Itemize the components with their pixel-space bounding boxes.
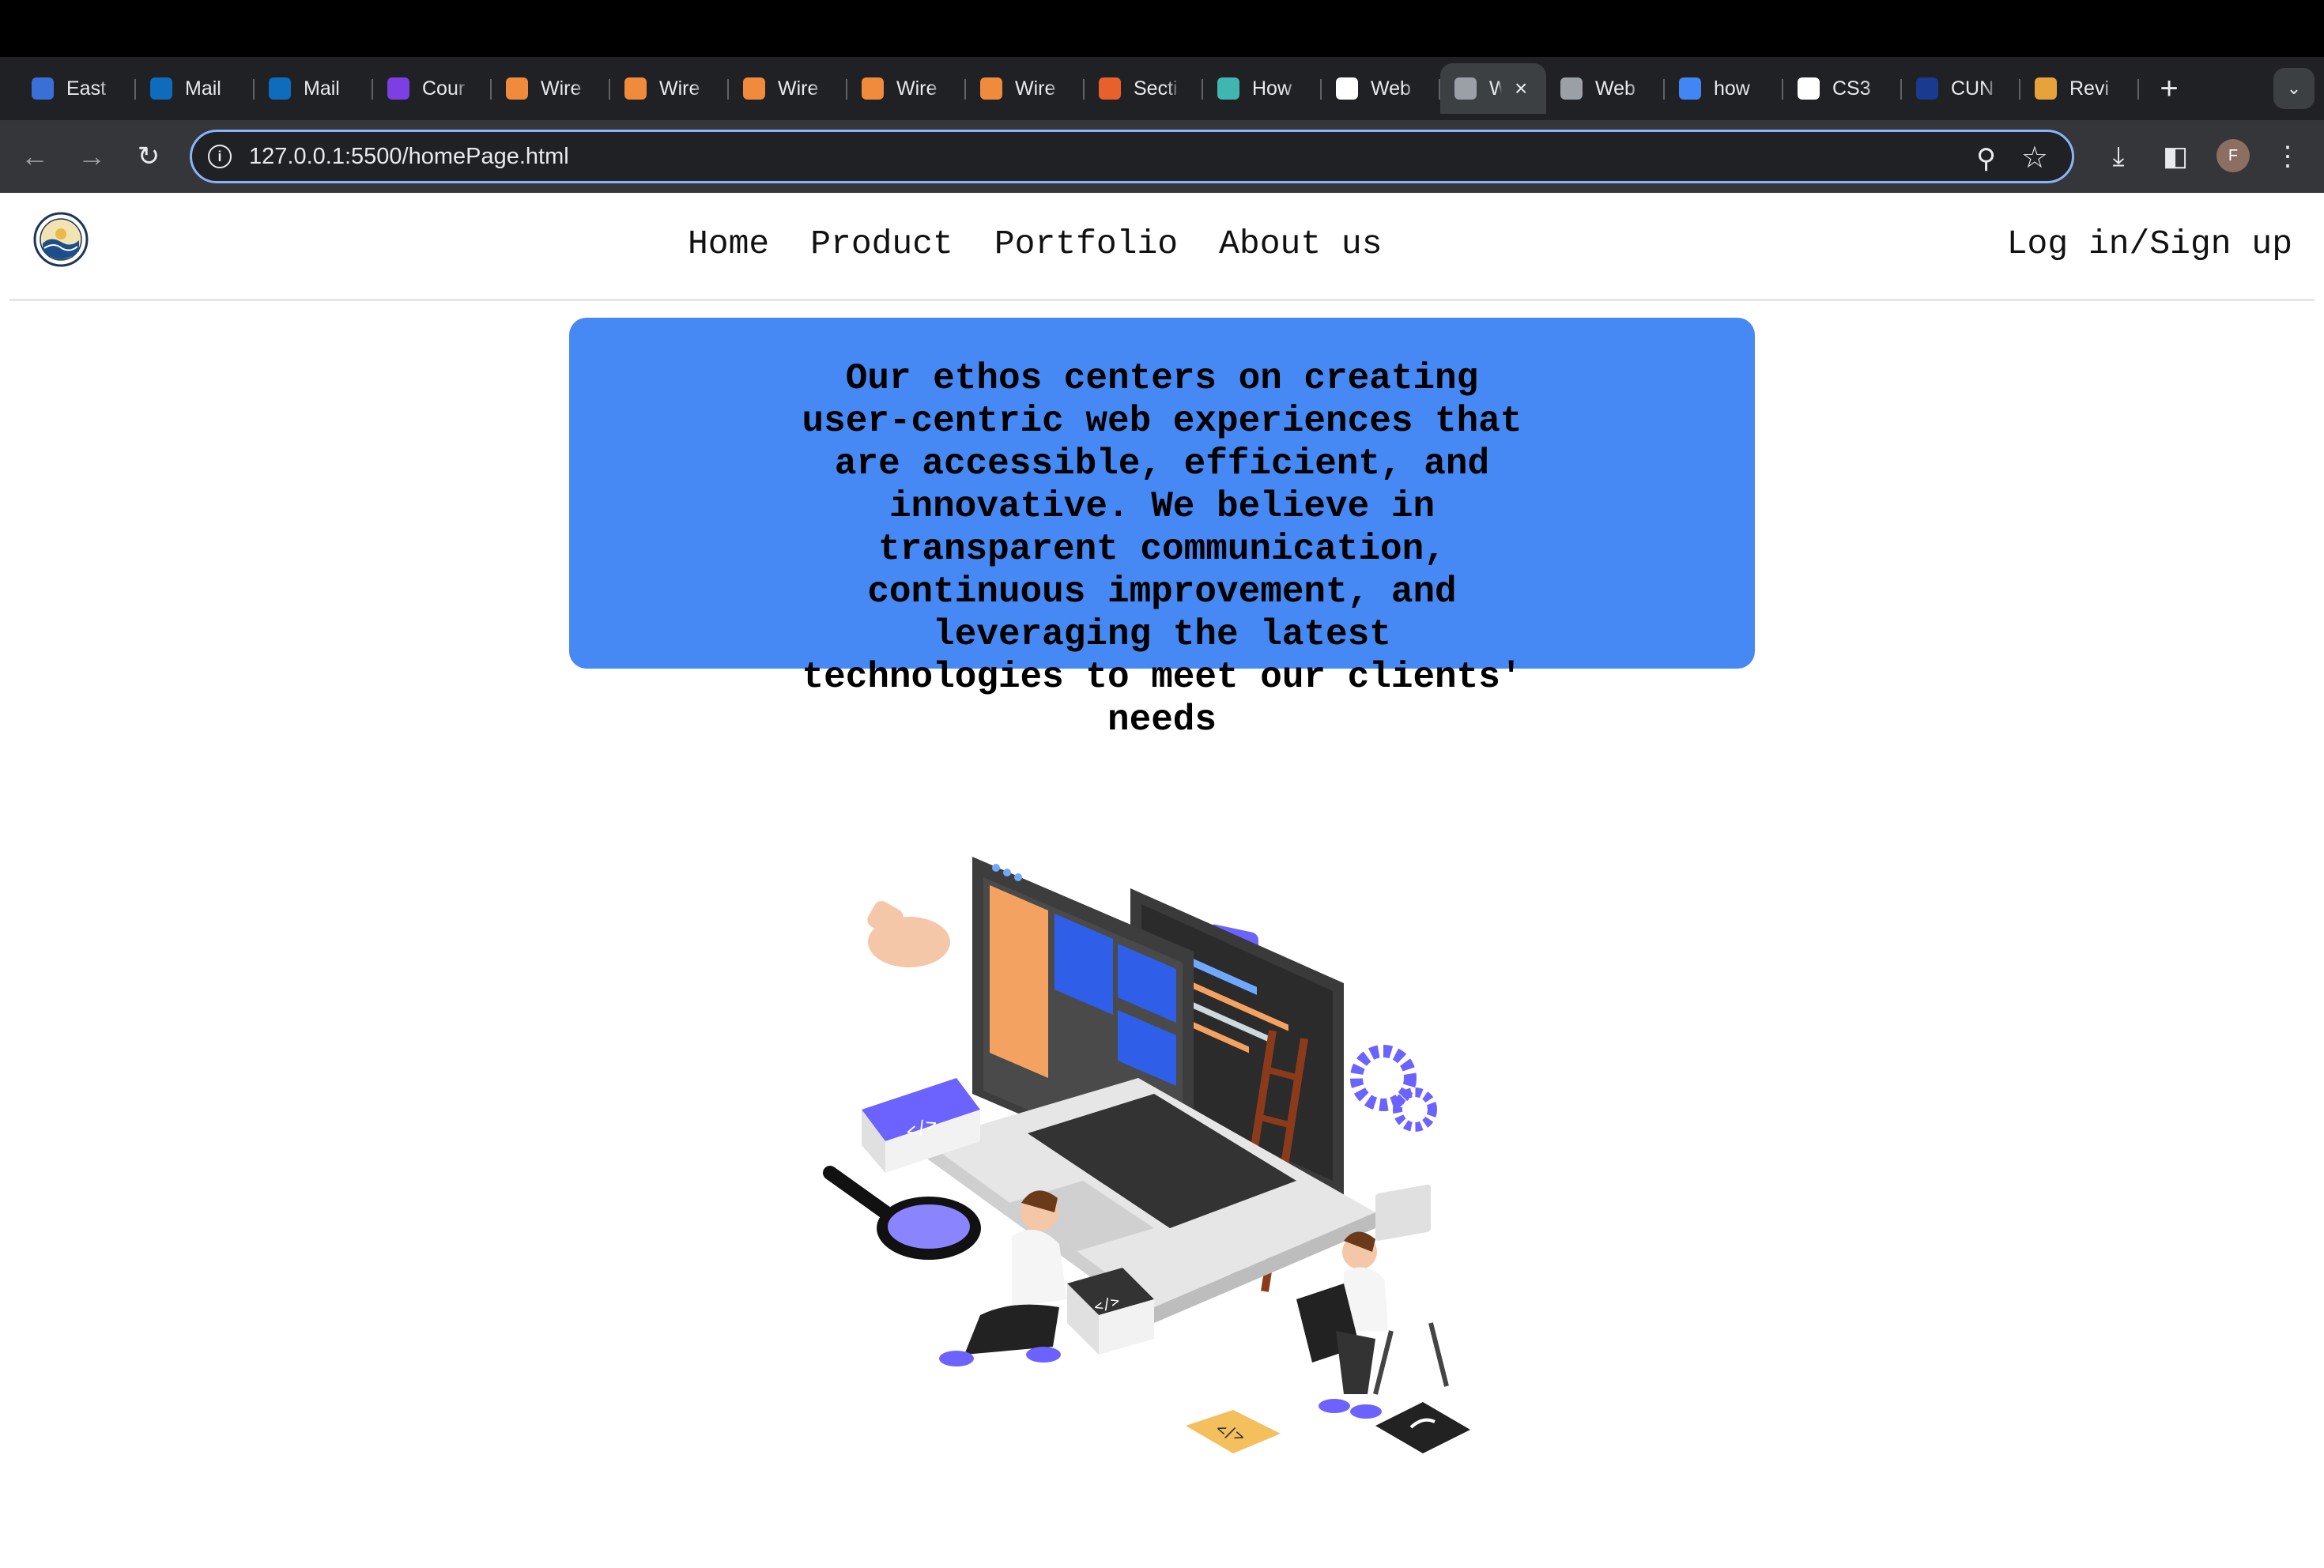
nav-about-link[interactable]: About us [1219, 224, 1382, 263]
browser-tab[interactable]: How [1203, 63, 1322, 114]
tab-label: Wire [541, 77, 582, 100]
site-logo[interactable] [33, 212, 89, 267]
browser-tab[interactable]: Wire [966, 63, 1085, 114]
browser-tab[interactable]: Web [1322, 63, 1440, 114]
more-menu-icon[interactable]: ⋮ [2270, 139, 2305, 174]
browser-tab[interactable]: W × [1440, 63, 1546, 114]
site-header: Home Product Portfolio About us Log in/S… [0, 193, 2324, 301]
browser-tab[interactable]: how [1665, 63, 1783, 114]
os-top-bar [0, 0, 2324, 57]
browser-tab[interactable]: Wire [492, 63, 610, 114]
new-tab-button[interactable]: + [2147, 66, 2191, 111]
browser-tab[interactable]: Cour [373, 63, 492, 114]
outlook-icon [150, 77, 172, 100]
browser-tab[interactable]: Revi [2020, 63, 2139, 114]
address-bar[interactable]: i 127.0.0.1:5500/homePage.html ⚲ ☆ [190, 130, 2074, 183]
login-signup-link[interactable]: Log in/Sign up [2007, 224, 2292, 263]
browser-tab[interactable]: CS3 [1783, 63, 1902, 114]
tab-label: Web [1371, 77, 1411, 100]
ethos-card: Our ethos centers on creating user-centr… [569, 318, 1755, 741]
tab-search-button[interactable]: ⌄ [2273, 68, 2315, 109]
course-icon [387, 77, 409, 100]
reload-button[interactable]: ↻ [133, 141, 164, 172]
web-development-illustration: </> </> </> [823, 857, 1470, 1453]
wireframe-icon [980, 77, 1002, 100]
tab-label: W [1489, 77, 1502, 100]
browser-tab[interactable]: Wire [847, 63, 966, 114]
nav-product-link[interactable]: Product [810, 224, 953, 263]
tab-strip: East Mail Mail Cour Wire Wire Wire Wire Wire Sect… [0, 57, 2324, 120]
tab-label: CUN [1951, 77, 1994, 100]
browser-tab[interactable]: Mail [136, 63, 255, 114]
main-menu: Home Product Portfolio About us [688, 224, 1383, 263]
tab-label: CS3 [1832, 77, 1871, 100]
web-page: Home Product Portfolio About us Log in/S… [0, 193, 2324, 1511]
tab-label: Secti [1134, 77, 1178, 100]
outlook-icon [269, 77, 291, 100]
tab-list: East Mail Mail Cour Wire Wire Wire Wire Wire Sect… [17, 63, 2191, 114]
profile-avatar[interactable]: F [2216, 139, 2250, 172]
wireframe-icon [624, 77, 647, 100]
browser-tab[interactable]: Secti [1085, 63, 1203, 114]
zybooks-icon [1099, 77, 1121, 100]
tab-label: Mail [304, 77, 340, 100]
squarespace-icon [1336, 77, 1358, 100]
wireframe-icon [862, 77, 884, 100]
chart-icon [2035, 77, 2057, 100]
chevron-down-icon: ⌄ [2286, 78, 2302, 98]
tab-label: Web [1595, 77, 1635, 100]
lock-icon [32, 77, 54, 100]
wireframe-icon [743, 77, 765, 100]
browser-tab[interactable]: East [17, 63, 136, 114]
side-panel-icon[interactable]: ◧ [2158, 139, 2193, 174]
globe-icon [1560, 77, 1583, 100]
tab-label: Wire [1015, 77, 1056, 100]
google-icon [1679, 77, 1701, 100]
tab-label: how [1714, 77, 1750, 100]
browser-tab[interactable]: CUN [1902, 63, 2020, 114]
tab-label: How [1252, 77, 1292, 100]
close-tab-icon[interactable]: × [1515, 76, 1527, 101]
ethos-text: Our ethos centers on creating user-centr… [802, 358, 1522, 741]
tab-label: Revi [2069, 77, 2110, 100]
s-icon [1217, 77, 1239, 100]
tab-label: Mail [185, 77, 221, 100]
forward-button[interactable]: → [76, 140, 108, 172]
zoom-icon[interactable]: ⚲ [1976, 143, 1996, 175]
tab-label: Wire [659, 77, 700, 100]
browser-toolbar: ← → ↻ i 127.0.0.1:5500/homePage.html ⚲ ☆… [0, 120, 2324, 193]
url-text[interactable]: 127.0.0.1:5500/homePage.html [249, 144, 569, 170]
browser-tab[interactable]: Wire [729, 63, 847, 114]
globe-icon [1454, 77, 1477, 100]
wireframe-icon [506, 77, 528, 100]
tab-label: Cour [422, 77, 466, 100]
site-info-icon[interactable]: i [208, 145, 232, 168]
downloads-icon[interactable]: ⤓ [2101, 139, 2136, 174]
back-button[interactable]: ← [19, 140, 51, 172]
arrow-left-icon: ← [21, 140, 49, 172]
nav-home-link[interactable]: Home [688, 224, 769, 263]
tab-label: Wire [778, 77, 819, 100]
browser-tab[interactable]: Web [1546, 63, 1665, 114]
arrow-right-icon: → [77, 140, 106, 172]
header-divider [9, 299, 2315, 301]
tab-label: Wire [896, 77, 938, 100]
nav-portfolio-link[interactable]: Portfolio [994, 224, 1178, 263]
cuny-icon [1916, 77, 1938, 100]
github-icon [1798, 77, 1820, 100]
reload-icon: ↻ [137, 141, 160, 172]
browser-tab[interactable]: Mail [255, 63, 373, 114]
tab-label: East [66, 77, 107, 100]
bookmark-star-icon[interactable]: ☆ [2021, 140, 2048, 175]
browser-tab[interactable]: Wire [610, 63, 729, 114]
